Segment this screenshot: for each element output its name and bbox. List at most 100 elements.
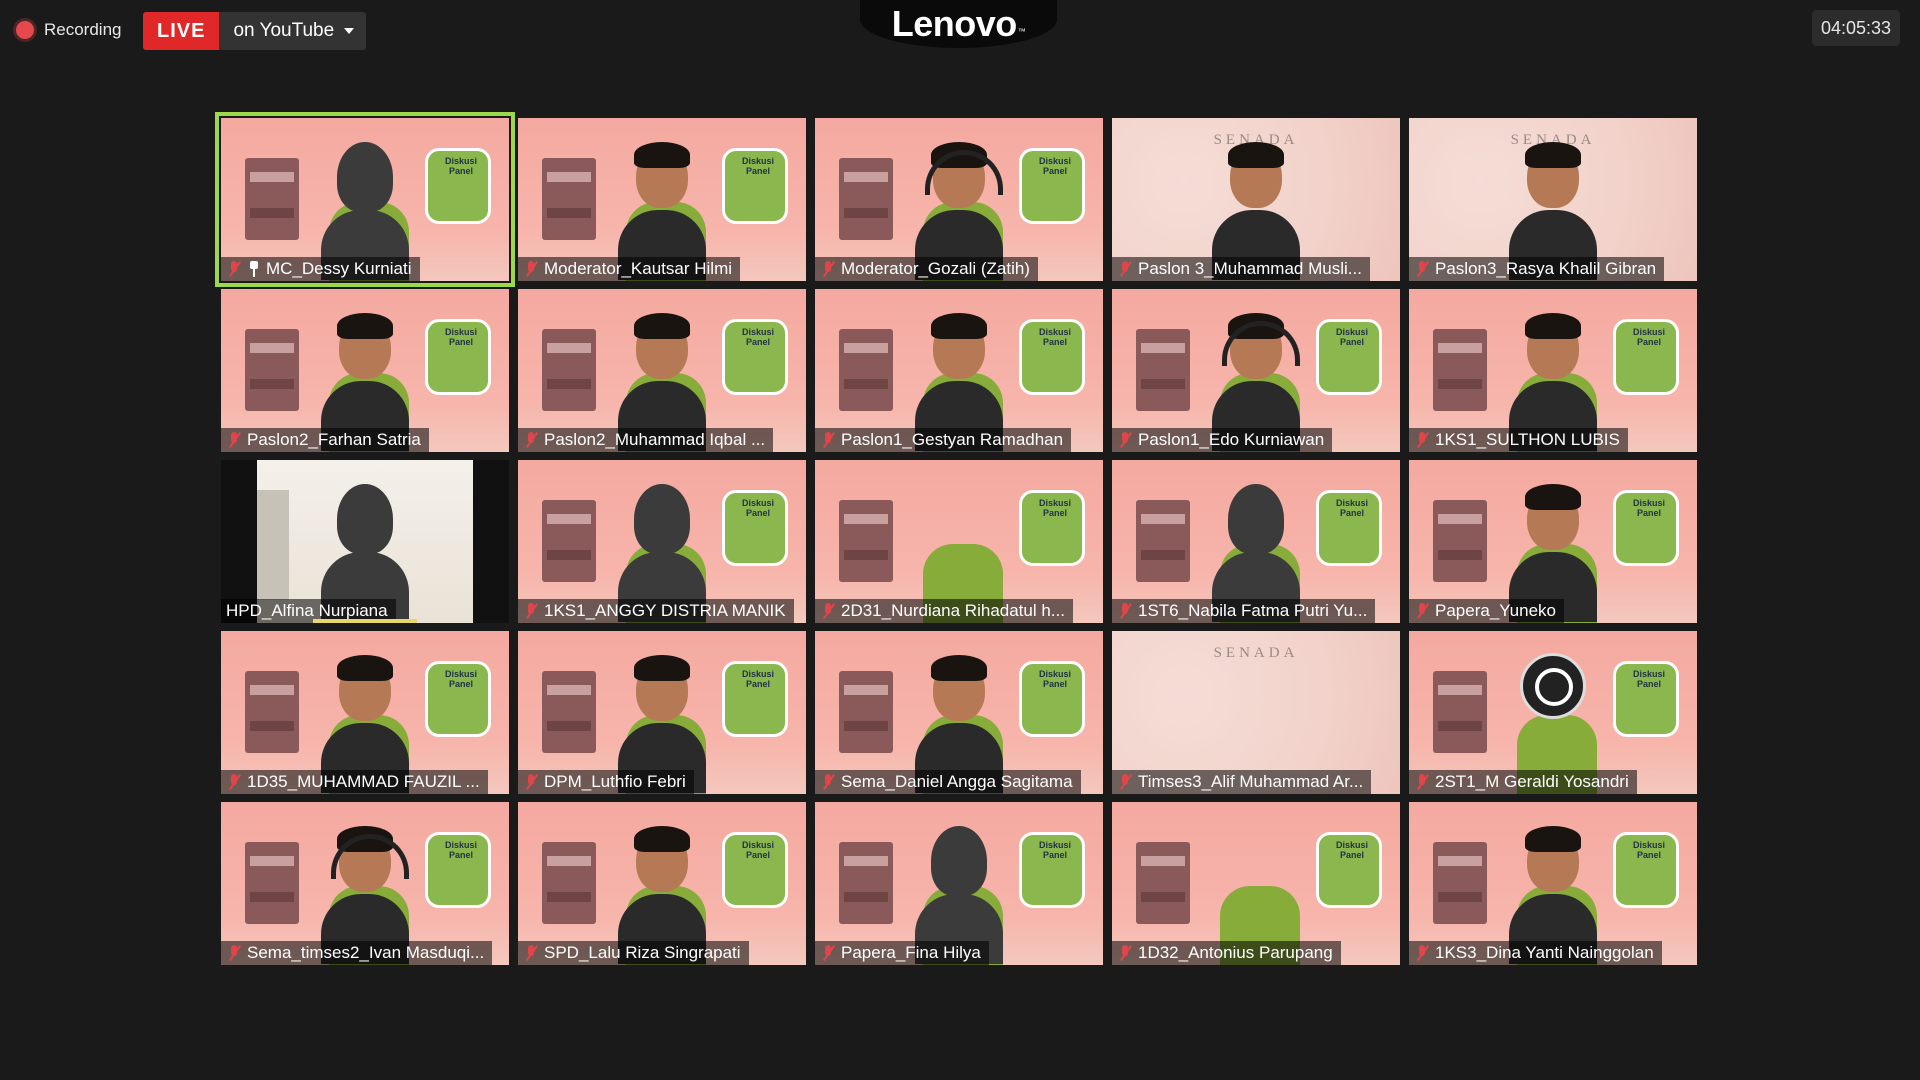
participant-video xyxy=(321,484,409,622)
participant-name: Timses3_Alif Muhammad Ar... xyxy=(1138,772,1364,791)
participant-name-label: 1KS1_ANGGY DISTRIA MANIK xyxy=(518,599,794,623)
participant-tile[interactable]: Diskusi Panel DPM_Luthfio Febri xyxy=(518,631,806,794)
participant-name: Papera_Fina Hilya xyxy=(841,943,981,962)
participant-name-label: 2D31_Nurdiana Rihadatul h... xyxy=(815,599,1073,623)
participant-video xyxy=(618,826,706,964)
mic-muted-icon xyxy=(820,602,836,620)
mic-muted-icon xyxy=(820,773,836,791)
participant-tile[interactable]: Diskusi Panel Paslon2_Farhan Satria xyxy=(221,289,509,452)
bookshelf-graphic xyxy=(542,500,596,582)
event-board-text: Diskusi Panel xyxy=(1335,327,1368,347)
bookshelf-graphic xyxy=(1136,500,1190,582)
participant-tile[interactable]: Diskusi Panel Paslon1_Gestyan Ramadhan xyxy=(815,289,1103,452)
participant-video xyxy=(1509,313,1597,451)
mic-muted-icon xyxy=(1414,602,1430,620)
participant-name: Paslon 3_Muhammad Musli... xyxy=(1138,259,1362,278)
participant-name-label: DPM_Luthfio Febri xyxy=(518,770,694,794)
participant-name: Paslon1_Gestyan Ramadhan xyxy=(841,430,1064,449)
participant-tile[interactable]: Diskusi Panel Moderator_Kautsar Hilmi xyxy=(518,118,806,281)
event-board-text: Diskusi Panel xyxy=(444,669,477,689)
participant-name: HPD_Alfina Nurpiana xyxy=(226,601,388,620)
participant-tile[interactable]: Diskusi Panel Sema_Daniel Angga Sagitama xyxy=(815,631,1103,794)
bookshelf-graphic xyxy=(1433,671,1487,753)
stream-target-dropdown[interactable]: on YouTube xyxy=(219,12,367,50)
participant-video xyxy=(321,142,409,280)
obs-logo-icon xyxy=(1520,653,1586,719)
bookshelf-graphic xyxy=(839,158,893,240)
participant-tile[interactable]: SENADA Paslon3_Rasya Khalil Gibran xyxy=(1409,118,1697,281)
participant-name: 1ST6_Nabila Fatma Putri Yu... xyxy=(1138,601,1368,620)
event-board-text: Diskusi Panel xyxy=(1632,669,1665,689)
participant-tile[interactable]: Diskusi Panel 1ST6_Nabila Fatma Putri Yu.… xyxy=(1112,460,1400,623)
participant-video xyxy=(915,826,1003,964)
participant-tile[interactable]: Diskusi Panel 1KS3_Dina Yanti Nainggolan xyxy=(1409,802,1697,965)
participant-name-label: 1D32_Antonius Parupang xyxy=(1112,941,1341,965)
participant-name-label: Paslon3_Rasya Khalil Gibran xyxy=(1409,257,1665,281)
mic-muted-icon xyxy=(1117,944,1133,962)
participant-tile[interactable]: SENADA Paslon 3_Muhammad Musli... xyxy=(1112,118,1400,281)
participant-tile[interactable]: Diskusi Panel SPD_Lalu Riza Singrapati xyxy=(518,802,806,965)
bookshelf-graphic xyxy=(1136,329,1190,411)
participant-tile[interactable]: Diskusi Panel 1KS1_SULTHON LUBIS xyxy=(1409,289,1697,452)
bookshelf-graphic xyxy=(1433,842,1487,924)
participant-name-label: Sema_Daniel Angga Sagitama xyxy=(815,770,1081,794)
participant-video xyxy=(915,313,1003,451)
participant-tile[interactable]: Diskusi Panel Paslon2_Muhammad Iqbal ... xyxy=(518,289,806,452)
participant-name-label: Paslon2_Farhan Satria xyxy=(221,428,429,452)
video-gallery: Diskusi Panel MC_Dessy Kurniati Diskusi Pa… xyxy=(215,112,1697,965)
participant-video xyxy=(1509,826,1597,964)
chevron-down-icon xyxy=(344,28,355,34)
participant-tile[interactable]: SENADA Timses3_Alif Muhammad Ar... xyxy=(1112,631,1400,794)
participant-name: MC_Dessy Kurniati xyxy=(266,259,412,278)
participant-tile[interactable]: Diskusi Panel Paslon1_Edo Kurniawan xyxy=(1112,289,1400,452)
participant-tile[interactable]: Diskusi Panel 1D32_Antonius Parupang xyxy=(1112,802,1400,965)
participant-tile[interactable]: Diskusi Panel 1KS1_ANGGY DISTRIA MANIK xyxy=(518,460,806,623)
participant-name: Papera_Yuneko xyxy=(1435,601,1556,620)
participant-name-label: Sema_timses2_Ivan Masduqi... xyxy=(221,941,493,965)
event-board-text: Diskusi Panel xyxy=(1038,498,1071,518)
participant-video xyxy=(618,313,706,451)
participant-tile[interactable]: Diskusi Panel 2ST1_M Geraldi Yosandri xyxy=(1409,631,1697,794)
participant-name-label: Moderator_Kautsar Hilmi xyxy=(518,257,741,281)
event-board-text: Diskusi Panel xyxy=(444,840,477,860)
participant-name: Paslon2_Muhammad Iqbal ... xyxy=(544,430,766,449)
event-board-text: Diskusi Panel xyxy=(1038,327,1071,347)
mic-muted-icon xyxy=(523,431,539,449)
participant-tile[interactable]: HPD_Alfina Nurpiana xyxy=(221,460,509,623)
bookshelf-graphic xyxy=(245,842,299,924)
audio-level-bar xyxy=(313,619,417,623)
bookshelf-graphic xyxy=(839,500,893,582)
participant-name-label: Timses3_Alif Muhammad Ar... xyxy=(1112,770,1372,794)
participant-tile[interactable]: Diskusi Panel Papera_Yuneko xyxy=(1409,460,1697,623)
participant-name: 2ST1_M Geraldi Yosandri xyxy=(1435,772,1629,791)
participant-video xyxy=(618,655,706,793)
stream-target-label: on YouTube xyxy=(233,20,335,41)
participant-name-label: Paslon1_Edo Kurniawan xyxy=(1112,428,1333,452)
participant-tile[interactable]: Diskusi Panel Papera_Fina Hilya xyxy=(815,802,1103,965)
mic-muted-icon xyxy=(820,944,836,962)
bookshelf-graphic xyxy=(839,329,893,411)
event-board-text: Diskusi Panel xyxy=(741,840,774,860)
participant-tile[interactable]: Diskusi Panel Moderator_Gozali (Zatih) xyxy=(815,118,1103,281)
event-board-text: Diskusi Panel xyxy=(1632,840,1665,860)
participant-name: Paslon2_Farhan Satria xyxy=(247,430,421,449)
pin-icon xyxy=(247,261,261,277)
participant-tile[interactable]: Diskusi Panel Sema_timses2_Ivan Masduqi..… xyxy=(221,802,509,965)
bookshelf-graphic xyxy=(542,329,596,411)
mic-muted-icon xyxy=(1414,773,1430,791)
participant-name: 1KS1_SULTHON LUBIS xyxy=(1435,430,1620,449)
participant-video xyxy=(915,655,1003,793)
participant-name: Moderator_Kautsar Hilmi xyxy=(544,259,733,278)
mic-muted-icon xyxy=(1414,260,1430,278)
event-board-text: Diskusi Panel xyxy=(741,156,774,176)
participant-name-label: 1KS3_Dina Yanti Nainggolan xyxy=(1409,941,1662,965)
recording-indicator[interactable]: Recording xyxy=(16,16,122,44)
participant-name-label: 1ST6_Nabila Fatma Putri Yu... xyxy=(1112,599,1376,623)
participant-name: DPM_Luthfio Febri xyxy=(544,772,686,791)
logo-text: Lenovo xyxy=(891,3,1018,44)
participant-tile[interactable]: Diskusi Panel 2D31_Nurdiana Rihadatul h..… xyxy=(815,460,1103,623)
bookshelf-graphic xyxy=(245,671,299,753)
participant-tile[interactable]: Diskusi Panel MC_Dessy Kurniati xyxy=(215,112,515,287)
event-board-text: Diskusi Panel xyxy=(444,156,477,176)
participant-tile[interactable]: Diskusi Panel 1D35_MUHAMMAD FAUZIL ... xyxy=(221,631,509,794)
